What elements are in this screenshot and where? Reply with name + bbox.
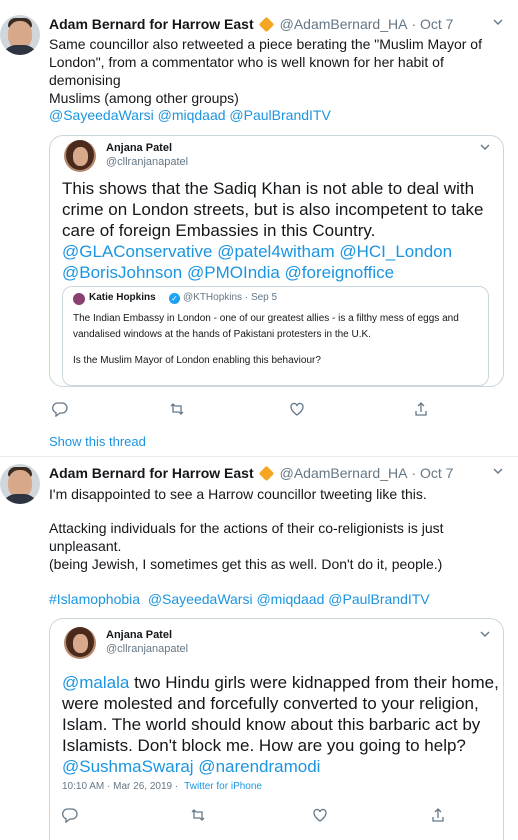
quote-avatar	[64, 140, 96, 172]
nested-author-name: Katie Hopkins	[89, 292, 156, 303]
author-handle[interactable]: @AdamBernard_HA	[280, 465, 408, 481]
chevron-down-icon[interactable]	[479, 140, 491, 156]
reply-icon[interactable]	[52, 401, 72, 421]
chevron-down-icon[interactable]	[492, 15, 504, 31]
diamond-badge-icon	[258, 465, 274, 481]
tweet-divider	[0, 456, 518, 457]
tweet-hashtags[interactable]: #Islamophobia @SayeedaWarsi @miqdaad @Pa…	[49, 590, 504, 608]
chevron-down-icon[interactable]	[492, 464, 504, 480]
quote-text: This shows that the Sadiq Khan is not ab…	[62, 179, 484, 283]
tweet-text: Same councillor also retweeted a piece b…	[49, 36, 482, 106]
tweet-1[interactable]: Adam Bernard for Harrow East @AdamBernar…	[0, 10, 518, 449]
diamond-badge-icon	[258, 16, 274, 32]
heart-icon[interactable]	[312, 807, 332, 827]
nested-avatar	[73, 293, 85, 305]
quote-mention-malala[interactable]: @malala	[62, 673, 129, 692]
quote-author-name: Anjana Patel	[106, 142, 173, 154]
tweet-date[interactable]: · Oct 7	[411, 16, 453, 32]
quote-mentions-line-1[interactable]: @GLAConservative @patel4witham @HCI_Lond…	[62, 241, 483, 262]
show-thread-link[interactable]: Show this thread	[49, 434, 146, 449]
reply-icon[interactable]	[62, 807, 82, 827]
quote-author-name: Anjana Patel	[106, 629, 173, 641]
retweet-icon[interactable]	[190, 807, 210, 827]
author-avatar[interactable]	[0, 15, 40, 55]
tweet-2[interactable]: Adam Bernard for Harrow East @AdamBernar…	[0, 462, 518, 840]
nested-text: The Indian Embassy in London - one of ou…	[73, 313, 459, 366]
quote-mentions-line[interactable]: @SushmaSwaraj @narendramodi	[62, 756, 499, 777]
author-avatar[interactable]	[0, 464, 40, 504]
nested-quoted-tweet[interactable]: Katie Hopkins ✓ @KTHopkins · Sep 5 The I…	[62, 286, 489, 386]
quote-source[interactable]: Twitter for iPhone	[184, 781, 262, 792]
quote-author-handle: @cllranjanapatel	[106, 643, 189, 655]
retweet-icon[interactable]	[169, 401, 189, 421]
author-handle[interactable]: @AdamBernard_HA	[280, 16, 408, 32]
tweet-actions	[49, 401, 489, 421]
share-icon[interactable]	[413, 401, 433, 421]
tweet-paragraph-1: I'm disappointed to see a Harrow council…	[49, 486, 427, 502]
tweet-mentions[interactable]: @SayeedaWarsi @miqdaad @PaulBrandITV	[49, 106, 504, 124]
quoted-tweet[interactable]: Anjana Patel @cllranjanapatel This shows…	[49, 135, 504, 387]
quote-footer: 10:10 AM · Mar 26, 2019 · Twitter for iPh…	[62, 781, 262, 792]
author-name[interactable]: Adam Bernard for Harrow East	[49, 16, 254, 32]
quote-mentions-line-2[interactable]: @BorisJohnson @PMOIndia @foreignoffice	[62, 262, 483, 283]
tweet-paragraph-2: Attacking individuals for the actions of…	[49, 520, 444, 554]
verified-icon: ✓	[169, 293, 180, 304]
nested-author-handle: @KTHopkins · Sep 5	[183, 292, 278, 303]
quote-text: @malala two Hindu girls were kidnapped f…	[62, 673, 499, 777]
quote-avatar	[64, 627, 96, 659]
chevron-down-icon[interactable]	[479, 627, 491, 643]
share-icon[interactable]	[430, 807, 450, 827]
quote-timestamp[interactable]: 10:10 AM · Mar 26, 2019 ·	[62, 781, 178, 792]
author-name[interactable]: Adam Bernard for Harrow East	[49, 465, 254, 481]
quoted-tweet[interactable]: Anjana Patel @cllranjanapatel @malala tw…	[49, 618, 504, 840]
quote-actions	[62, 807, 482, 827]
tweet-date[interactable]: · Oct 7	[411, 465, 453, 481]
heart-icon[interactable]	[289, 401, 309, 421]
quote-author-handle: @cllranjanapatel	[106, 156, 189, 168]
tweet-paragraph-3: (being Jewish, I sometimes get this as w…	[49, 556, 443, 572]
